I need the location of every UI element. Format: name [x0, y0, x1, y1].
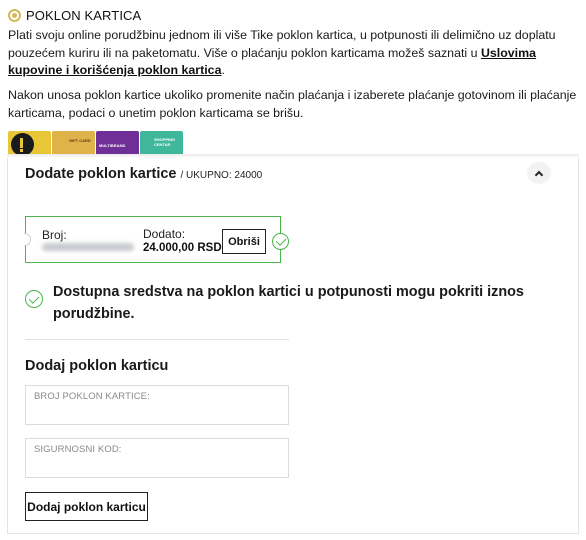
- remove-card-button[interactable]: Obriši: [222, 229, 266, 254]
- chevron-up-icon: [534, 170, 544, 179]
- security-code-placeholder: SIGURNOSNI KOD:: [34, 444, 122, 455]
- shopping-centar-card-text: SHOPPING CENTAR: [154, 137, 176, 147]
- section-title: POKLON KARTICA: [26, 7, 142, 23]
- success-message: Dostupna sredstva na poklon kartici u po…: [25, 281, 533, 325]
- warning-paragraph: Nakon unosa poklon kartice ukoliko prome…: [8, 88, 577, 120]
- card-number-masked: [42, 243, 134, 251]
- card-notch: [24, 233, 31, 246]
- card-number-label: Broj:: [42, 228, 67, 242]
- panel-title: Dodate poklon kartice / UKUPNO: 24000: [25, 166, 262, 182]
- multibrand-card-text: MULTIBRAND: [99, 143, 126, 148]
- panel-total: / UKUPNO: 24000: [180, 170, 263, 181]
- divider: [25, 339, 289, 340]
- add-card-button[interactable]: Dodaj poklon karticu: [25, 492, 148, 521]
- gift-card-payment-option[interactable]: POKLON KARTICA: [8, 7, 141, 23]
- intro-text: Plati svoju online porudžbinu jednom ili…: [8, 28, 556, 60]
- card-number-input[interactable]: BROJ POKLON KARTICE:: [25, 385, 289, 425]
- intro-suffix: .: [221, 63, 225, 77]
- success-check-icon: [25, 290, 43, 308]
- applied-gift-card: Broj: Dodato: 24.000,00 RSD Obriši: [24, 216, 281, 263]
- radio-dot: [12, 12, 17, 18]
- collapse-button[interactable]: [527, 162, 551, 184]
- card-number-placeholder: BROJ POKLON KARTICE:: [34, 391, 150, 402]
- add-card-title: Dodaj poklon karticu: [25, 358, 169, 374]
- intro-paragraph: Plati svoju online porudžbinu jednom ili…: [8, 27, 582, 80]
- amount-value: 24.000,00 RSD: [143, 242, 222, 254]
- security-code-input[interactable]: SIGURNOSNI KOD:: [25, 438, 289, 478]
- panel-title-text: Dodate poklon kartice: [25, 166, 177, 182]
- gift-card-text: GIFT CARD: [69, 138, 91, 143]
- amount-label: Dodato:: [143, 227, 186, 241]
- payment-radio-selected[interactable]: [8, 8, 21, 22]
- card-valid-check-icon: [272, 233, 289, 250]
- panel-top-shadow: [7, 154, 579, 158]
- success-text: Dostupna sredstva na poklon kartici u po…: [53, 284, 524, 322]
